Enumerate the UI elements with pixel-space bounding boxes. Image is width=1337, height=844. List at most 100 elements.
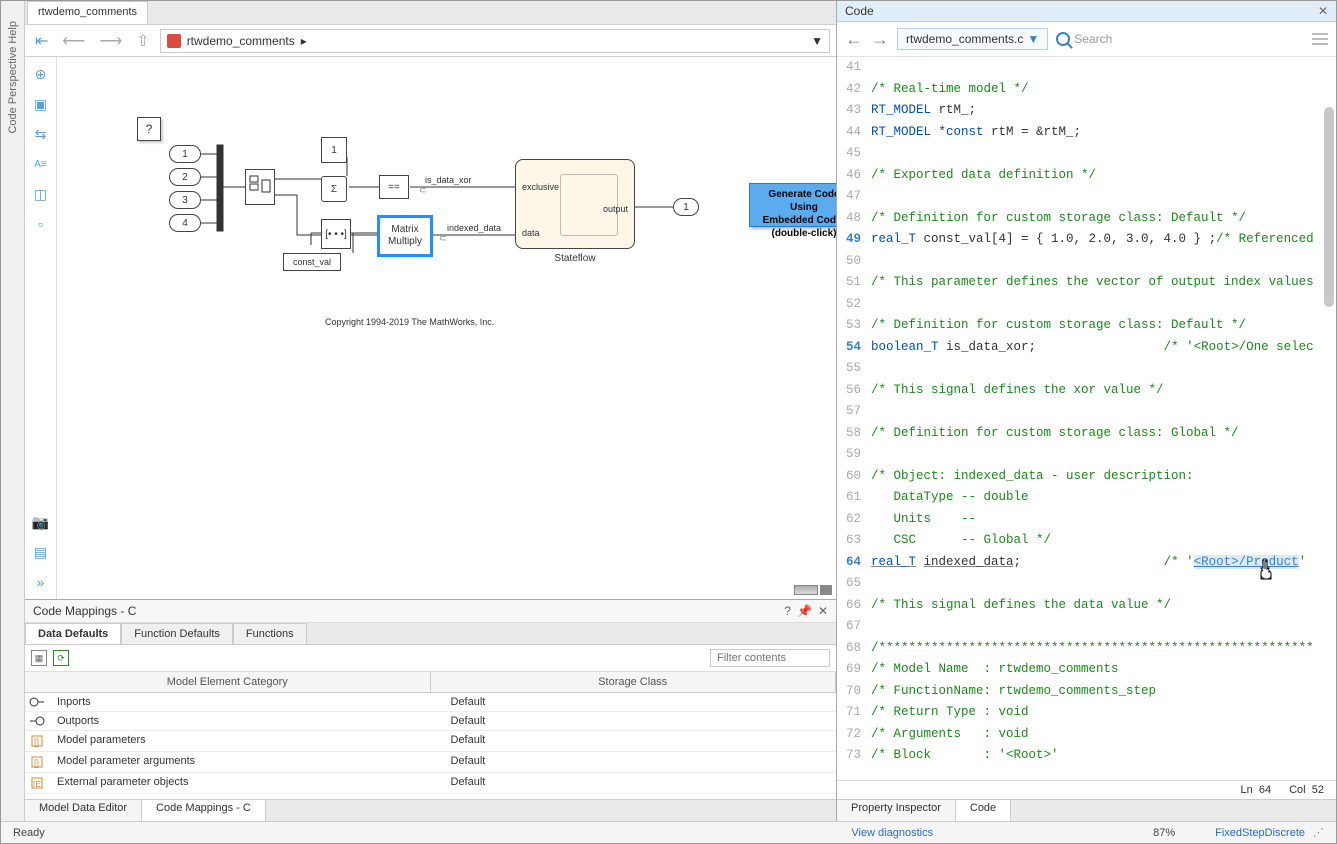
more-tools-icon[interactable]: » [30, 571, 52, 593]
concat-block[interactable] [245, 169, 275, 205]
canvas-zoom-slider[interactable] [794, 585, 832, 595]
code-line[interactable]: 51/* This parameter defines the vector o… [837, 272, 1336, 294]
code-line[interactable]: 45 [837, 143, 1336, 165]
nav-up-icon: ⇧ [132, 31, 153, 51]
code-line[interactable]: 60/* Object: indexed_data - user descrip… [837, 466, 1336, 488]
model-tab[interactable]: rtwdemo_comments [27, 1, 148, 24]
code-line[interactable]: 48/* Definition for custom storage class… [837, 208, 1336, 230]
close-mappings-icon[interactable]: ✕ [818, 604, 828, 618]
refresh-icon[interactable]: ⟳ [53, 650, 69, 666]
code-line[interactable]: 64real_T indexed_data; /* '<Root>/Produc… [837, 552, 1336, 574]
model-help-block[interactable]: ? [137, 117, 161, 141]
generate-code-button[interactable]: Generate Code Using Embedded Coder (doub… [749, 183, 836, 227]
code-line[interactable]: 63 CSC -- Global */ [837, 530, 1336, 552]
code-line[interactable]: 43RT_MODEL rtM_; [837, 100, 1336, 122]
simulink-model-icon [167, 34, 181, 48]
const-1-block[interactable]: 1 [321, 137, 347, 163]
code-line[interactable]: 55 [837, 358, 1336, 380]
annotation-icon[interactable]: A≡ [30, 153, 52, 175]
matrix-multiply-block[interactable]: Matrix Multiply [377, 215, 433, 257]
column-category[interactable]: Model Element Category [25, 672, 431, 692]
image-icon[interactable]: ◫ [30, 183, 52, 205]
code-line[interactable]: 65 [837, 573, 1336, 595]
code-nav-back-icon[interactable]: ← [845, 29, 863, 50]
table-row[interactable]: []Model parametersDefault [25, 731, 836, 752]
tab-property-inspector[interactable]: Property Inspector [837, 800, 956, 821]
file-dropdown[interactable]: rtwdemo_comments.c ▼ [897, 28, 1048, 50]
code-line[interactable]: 66/* This signal defines the data value … [837, 595, 1336, 617]
filter-input[interactable] [710, 649, 830, 667]
code-line[interactable]: 69/* Model Name : rtwdemo_comments [837, 659, 1336, 681]
autoarrange-icon[interactable]: ⇆ [30, 123, 52, 145]
mappings-tabs: Data Defaults Function Defaults Function… [25, 623, 836, 645]
tab-code-mappings[interactable]: Code Mappings - C [142, 800, 266, 821]
table-row[interactable]: [E]External parameter objectsDefault [25, 773, 836, 794]
code-line[interactable]: 59 [837, 444, 1336, 466]
code-line[interactable]: 50 [837, 251, 1336, 273]
code-line[interactable]: 73/* Block : '<Root>' [837, 745, 1336, 767]
scrollbar-thumb[interactable] [1324, 107, 1334, 307]
line-number: 47 [837, 186, 871, 208]
code-line[interactable]: 41 [837, 57, 1336, 79]
stateflow-block[interactable]: exclusive data output Stateflow [515, 159, 635, 249]
const-val-block[interactable]: const_val [283, 253, 341, 271]
zoom-tool-icon[interactable]: ⊕ [30, 63, 52, 85]
code-line[interactable]: 67 [837, 616, 1336, 638]
relational-block[interactable]: == [379, 175, 409, 199]
code-line[interactable]: 47 [837, 186, 1336, 208]
inport-2[interactable]: 2 [169, 168, 201, 186]
code-line[interactable]: 54boolean_T is_data_xor; /* '<Root>/One … [837, 337, 1336, 359]
code-line[interactable]: 70/* FunctionName: rtwdemo_comments_step [837, 681, 1336, 703]
nav-indent-icon[interactable]: ⇤ [31, 31, 52, 51]
code-nav-fwd-icon[interactable]: → [871, 29, 889, 50]
tab-function-defaults[interactable]: Function Defaults [121, 623, 233, 644]
code-line[interactable]: 71/* Return Type : void [837, 702, 1336, 724]
camera-icon[interactable]: 📷 [30, 511, 52, 533]
code-editor[interactable]: 4142/* Real-time model */43RT_MODEL rtM_… [837, 57, 1336, 780]
code-line[interactable]: 61 DataType -- double [837, 487, 1336, 509]
code-line[interactable]: 57 [837, 401, 1336, 423]
close-code-panel-icon[interactable]: ✕ [1318, 4, 1328, 18]
code-line[interactable]: 62 Units -- [837, 509, 1336, 531]
selector-block[interactable]: [• • •] [321, 219, 351, 249]
column-storage-class[interactable]: Storage Class [431, 672, 837, 692]
code-line[interactable]: 52 [837, 294, 1336, 316]
code-line[interactable]: 68/*************************************… [837, 638, 1336, 660]
code-line[interactable]: 53/* Definition for custom storage class… [837, 315, 1336, 337]
area-icon[interactable]: ▫ [30, 213, 52, 235]
tab-data-defaults[interactable]: Data Defaults [25, 623, 121, 644]
breadcrumb-dropdown-icon[interactable]: ▼ [811, 34, 823, 48]
library-icon[interactable]: ▤ [30, 541, 52, 563]
code-search[interactable]: Search [1056, 32, 1304, 46]
code-line[interactable]: 56/* This signal defines the xor value *… [837, 380, 1336, 402]
model-canvas[interactable]: ? 1 2 3 4 1 Σ == [• • •] const_val Matri… [57, 57, 836, 599]
tab-functions[interactable]: Functions [233, 623, 307, 644]
tab-code[interactable]: Code [956, 800, 1011, 821]
inport-3[interactable]: 3 [169, 191, 201, 209]
pin-icon[interactable]: 📌 [797, 604, 812, 618]
inport-1[interactable]: 1 [169, 145, 201, 163]
code-line[interactable]: 58/* Definition for custom storage class… [837, 423, 1336, 445]
breadcrumb[interactable]: rtwdemo_comments ▸ ▼ [160, 29, 830, 53]
code-line[interactable]: 49real_T const_val[4] = { 1.0, 2.0, 3.0,… [837, 229, 1336, 251]
table-row[interactable]: InportsDefault [25, 693, 836, 712]
table-row[interactable]: OutportsDefault [25, 712, 836, 731]
code-line[interactable]: 42/* Real-time model */ [837, 79, 1336, 101]
fit-tool-icon[interactable]: ▣ [30, 93, 52, 115]
code-line[interactable]: 72/* Arguments : void [837, 724, 1336, 746]
help-icon[interactable]: ? [784, 604, 791, 618]
tab-model-data-editor[interactable]: Model Data Editor [25, 800, 142, 821]
edit-defaults-icon[interactable]: ▦ [31, 650, 47, 666]
solver-label[interactable]: FixedStepDiscrete [1215, 827, 1305, 839]
table-row[interactable]: []Model parameter argumentsDefault [25, 752, 836, 773]
outport-1[interactable]: 1 [673, 198, 699, 216]
row-icon: [E] [25, 773, 49, 793]
code-line[interactable]: 46/* Exported data definition */ [837, 165, 1336, 187]
code-menu-icon[interactable] [1312, 33, 1328, 45]
sum-block[interactable]: Σ [321, 176, 347, 202]
line-number: 62 [837, 509, 871, 531]
view-diagnostics-link[interactable]: View diagnostics [851, 827, 933, 839]
code-perspective-help-tab[interactable]: Code Perspective Help [7, 21, 19, 134]
inport-4[interactable]: 4 [169, 214, 201, 232]
code-line[interactable]: 44RT_MODEL *const rtM = &rtM_; [837, 122, 1336, 144]
